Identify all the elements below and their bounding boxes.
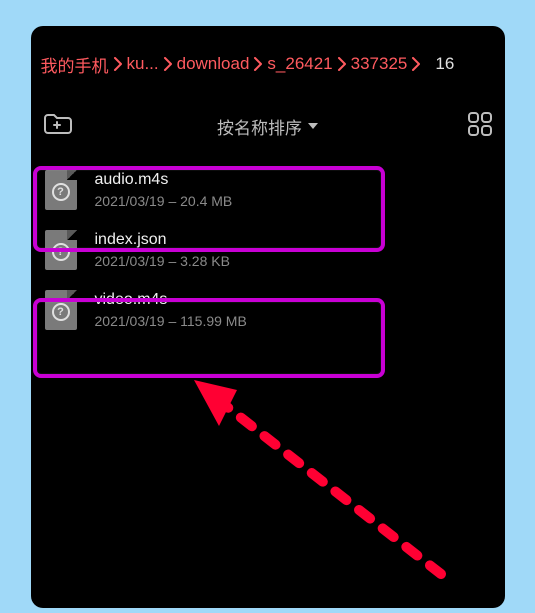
- toolbar: 按名称排序: [31, 88, 505, 160]
- breadcrumb: 我的手机 ku... download s_26421 337325 16: [31, 26, 505, 88]
- file-name: index.json: [95, 231, 230, 249]
- breadcrumb-item-4[interactable]: 337325: [351, 54, 408, 74]
- file-meta: 2021/03/19 – 3.28 KB: [95, 253, 230, 269]
- caret-down-icon: [308, 123, 318, 129]
- chevron-right-icon: [163, 57, 173, 71]
- file-meta: 2021/03/19 – 115.99 MB: [95, 313, 247, 329]
- breadcrumb-item-2[interactable]: download: [177, 54, 250, 74]
- file-name: video.m4s: [95, 291, 247, 309]
- chevron-right-icon: [253, 57, 263, 71]
- breadcrumb-item-3[interactable]: s_26421: [267, 54, 332, 74]
- file-info: index.json 2021/03/19 – 3.28 KB: [95, 231, 230, 269]
- breadcrumb-item-1[interactable]: ku...: [127, 54, 159, 74]
- file-list: ? audio.m4s 2021/03/19 – 20.4 MB ? index…: [31, 160, 505, 340]
- grid-view-icon[interactable]: [467, 111, 493, 142]
- file-meta: 2021/03/19 – 20.4 MB: [95, 193, 233, 209]
- file-icon: ?: [45, 290, 77, 330]
- file-name: audio.m4s: [95, 171, 233, 189]
- file-row-index[interactable]: ? index.json 2021/03/19 – 3.28 KB: [31, 220, 505, 280]
- new-folder-icon[interactable]: [43, 112, 73, 141]
- chevron-right-icon: [411, 57, 421, 71]
- file-row-audio[interactable]: ? audio.m4s 2021/03/19 – 20.4 MB: [31, 160, 505, 220]
- sort-label: 按名称排序: [217, 114, 302, 139]
- unknown-file-icon: ?: [52, 183, 70, 201]
- breadcrumb-item-root[interactable]: 我的手机: [41, 52, 109, 77]
- breadcrumb-current: 16: [435, 54, 454, 74]
- chevron-right-icon: [113, 57, 123, 71]
- file-icon: ?: [45, 170, 77, 210]
- file-manager-screen: 我的手机 ku... download s_26421 337325 16: [31, 26, 505, 608]
- file-icon: ?: [45, 230, 77, 270]
- unknown-file-icon: ?: [52, 303, 70, 321]
- file-info: video.m4s 2021/03/19 – 115.99 MB: [95, 291, 247, 329]
- chevron-right-icon: [337, 57, 347, 71]
- sort-button[interactable]: 按名称排序: [217, 114, 318, 139]
- file-row-video[interactable]: ? video.m4s 2021/03/19 – 115.99 MB: [31, 280, 505, 340]
- unknown-file-icon: ?: [52, 243, 70, 261]
- file-info: audio.m4s 2021/03/19 – 20.4 MB: [95, 171, 233, 209]
